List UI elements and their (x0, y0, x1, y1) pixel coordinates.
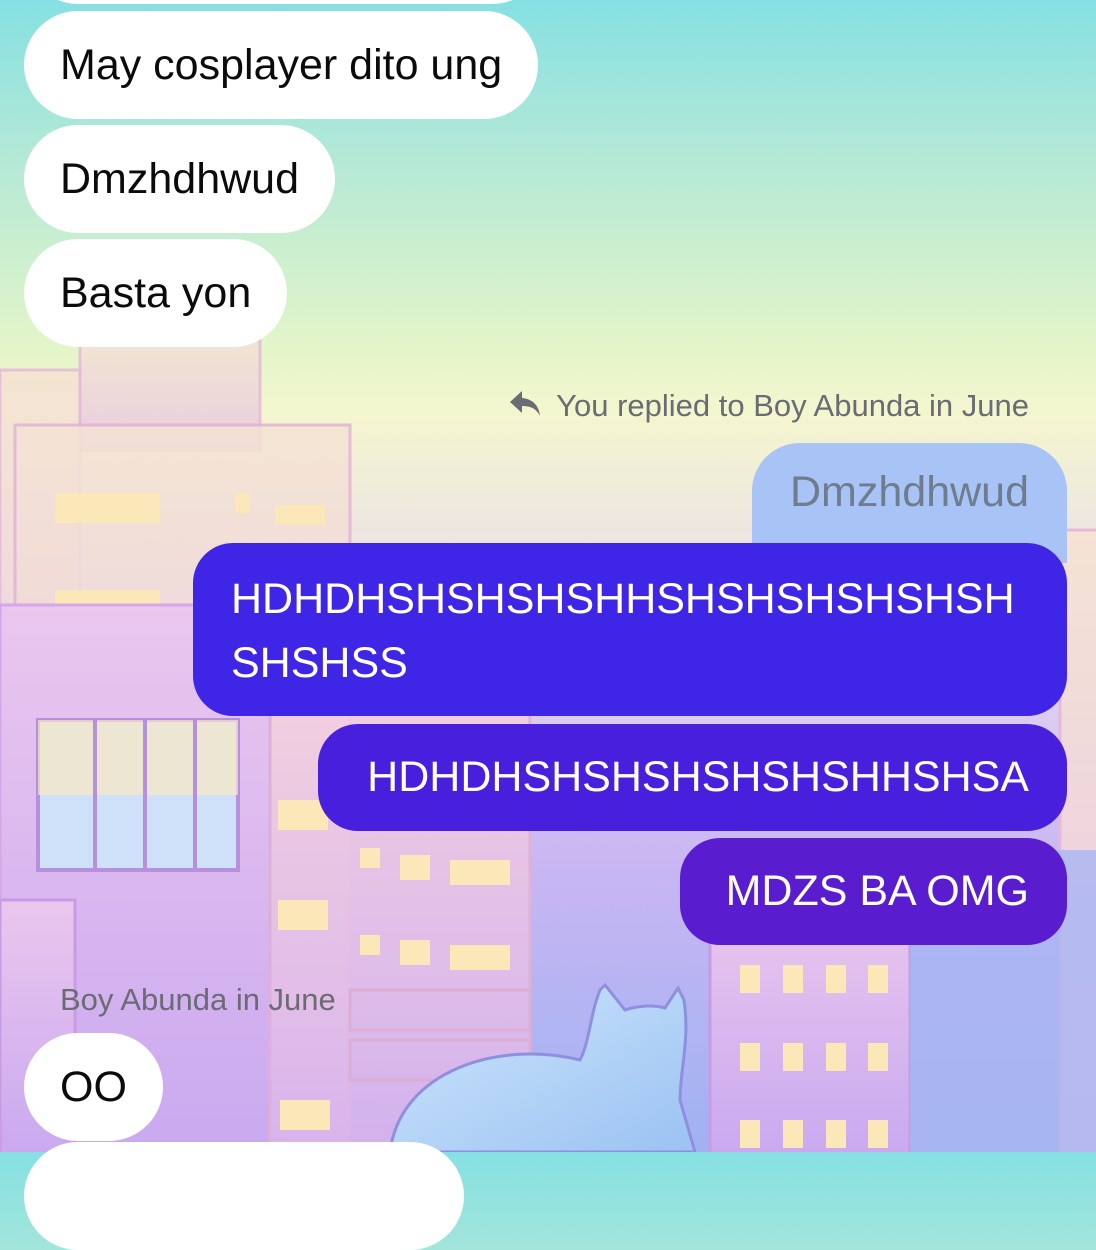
reply-context-label: You replied to Boy Abunda in June (508, 388, 1029, 427)
incoming-message-bubble[interactable]: OO (24, 1033, 163, 1141)
incoming-message-bubble[interactable]: Basta yon (24, 239, 288, 347)
message-bubble-partial[interactable] (24, 0, 546, 4)
message-bubble-partial[interactable] (24, 1142, 464, 1250)
message-text-line: SHSHSS (231, 639, 408, 687)
outgoing-message-bubble[interactable]: HDHDHSHSHSHSHHSHSHSHSHSHSH SHSHSS (193, 543, 1067, 716)
incoming-message-bubble[interactable]: May cosplayer dito ung (24, 11, 539, 119)
sender-label: Boy Abunda in June (60, 982, 336, 1017)
chat-thread: May cosplayer dito ung Dmzhdhwud Basta y… (0, 0, 1096, 1250)
outgoing-message-bubble[interactable]: HDHDHSHSHSHSHSHSHHSHSA (318, 724, 1067, 831)
message-text-line: HDHDHSHSHSHSHHSHSHSHSHSHSH (231, 575, 1015, 623)
reply-context-text: You replied to Boy Abunda in June (556, 388, 1029, 423)
outgoing-message-bubble[interactable]: MDZS BA OMG (680, 838, 1067, 945)
incoming-message-bubble[interactable]: Dmzhdhwud (24, 125, 335, 233)
reply-arrow-icon (508, 389, 542, 427)
